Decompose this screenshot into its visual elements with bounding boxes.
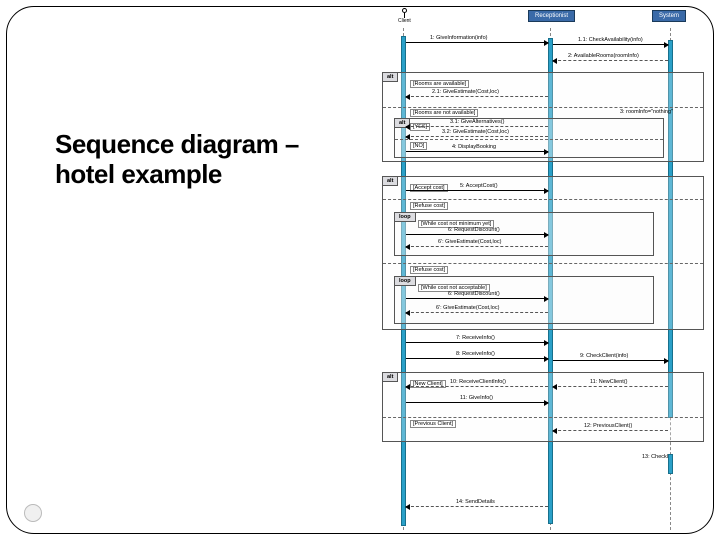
- slide-title: Sequence diagram – hotel example: [55, 130, 299, 190]
- msg-14: 14: SendDetails: [456, 499, 495, 505]
- actor-client-label: Client: [398, 18, 411, 24]
- arrow-m1-1: [553, 44, 668, 45]
- guard-rooms-not-available: [Rooms are not available]: [410, 109, 478, 117]
- arrow-m7: [406, 342, 548, 343]
- msg-6: 6: RequestDiscount(): [448, 227, 500, 233]
- alt2-divider: [395, 139, 663, 140]
- receptionist-label: Receptionist: [535, 13, 568, 19]
- participant-system: System: [652, 10, 686, 22]
- msg-6b: 6: RequestDiscount(): [448, 291, 500, 297]
- arrow-m6b: [406, 298, 548, 299]
- arrow-m12: [553, 430, 668, 431]
- slide-number-placeholder: [24, 504, 42, 522]
- msg-6br: 6': GiveEstimate(Cost,loc): [436, 305, 499, 311]
- loop-tag-1: loop: [394, 212, 416, 222]
- arrow-m2: [553, 60, 668, 61]
- msg-6r: 6': GiveEstimate(Cost,loc): [438, 239, 501, 245]
- alt-tag-4: alt: [382, 372, 398, 382]
- participant-receptionist: Receptionist: [528, 10, 575, 22]
- msg-12: 12: PreviousClient(): [584, 423, 632, 429]
- arrow-m11b: [406, 402, 548, 403]
- arrow-m2-1: [406, 96, 548, 97]
- arrow-m8: [406, 358, 548, 359]
- msg-8: 8: ReceiveInfo(): [456, 351, 495, 357]
- msg-2-1: 2.1: GiveEstimate(Cost,loc): [432, 89, 499, 95]
- msg-3-2: 3.2: GiveEstimate(Cost,loc): [442, 129, 509, 135]
- msg-3-1: 3.1: GiveAlternatives(): [450, 119, 504, 125]
- msg-13: 13: CheckIn: [642, 454, 671, 460]
- msg-1-1: 1.1: CheckAvailability(info): [578, 37, 643, 43]
- arrow-m1: [406, 42, 548, 43]
- msg-11b: 11: GiveInfo(): [460, 395, 493, 401]
- guard-no: [NO]: [410, 142, 427, 150]
- msg-3: 3: roomInfo="nothing": [620, 109, 673, 115]
- guard-refuse-cost: [Refuse cost]: [410, 202, 448, 210]
- msg-9: 9: CheckClient(info): [580, 353, 628, 359]
- guard-previous-client: [Previous Client]: [410, 420, 456, 428]
- alt3-div1: [383, 199, 703, 200]
- arrow-m6: [406, 234, 548, 235]
- actor-client: Client: [398, 8, 411, 24]
- system-label: System: [659, 13, 679, 19]
- fragment-alt-2: alt: [394, 118, 664, 158]
- alt-tag-3: alt: [382, 176, 398, 186]
- guard-refuse-cost-2: [Refuse cost]: [410, 266, 448, 274]
- loop-tag-2: loop: [394, 276, 416, 286]
- arrow-m10: [406, 386, 548, 387]
- title-line-1: Sequence diagram –: [55, 130, 299, 160]
- alt4-divider: [383, 417, 703, 418]
- activation-system-checkin: [668, 454, 673, 474]
- arrow-m5: [406, 190, 548, 191]
- arrow-m14: [406, 506, 548, 507]
- guard-yes: [YES]: [410, 123, 430, 131]
- msg-7: 7: ReceiveInfo(): [456, 335, 495, 341]
- alt3-div2: [383, 263, 703, 264]
- arrow-m3-1: [406, 126, 548, 127]
- sequence-diagram: Client Receptionist System 1: GiveInform…: [380, 6, 710, 534]
- alt1-divider: [383, 107, 703, 108]
- arrow-m3-2: [406, 136, 548, 137]
- guard-rooms-available: [Rooms are available]: [410, 80, 469, 88]
- msg-10: 10: ReceiveClientInfo(): [450, 379, 506, 385]
- arrow-m11: [553, 386, 668, 387]
- arrow-m4: [406, 151, 548, 152]
- arrow-m6br: [406, 312, 548, 313]
- alt-tag-1: alt: [382, 72, 398, 82]
- msg-2: 2: AvailableRooms(roomInfo): [568, 53, 639, 59]
- msg-11: 11: NewClient(): [590, 379, 628, 385]
- msg-1: 1: GiveInformation(info): [430, 35, 487, 41]
- title-line-2: hotel example: [55, 160, 299, 190]
- arrow-m6r: [406, 246, 548, 247]
- msg-5: 5: AcceptCost(): [460, 183, 498, 189]
- msg-4: 4: DisplayBooking: [452, 144, 496, 150]
- arrow-m9: [553, 360, 668, 361]
